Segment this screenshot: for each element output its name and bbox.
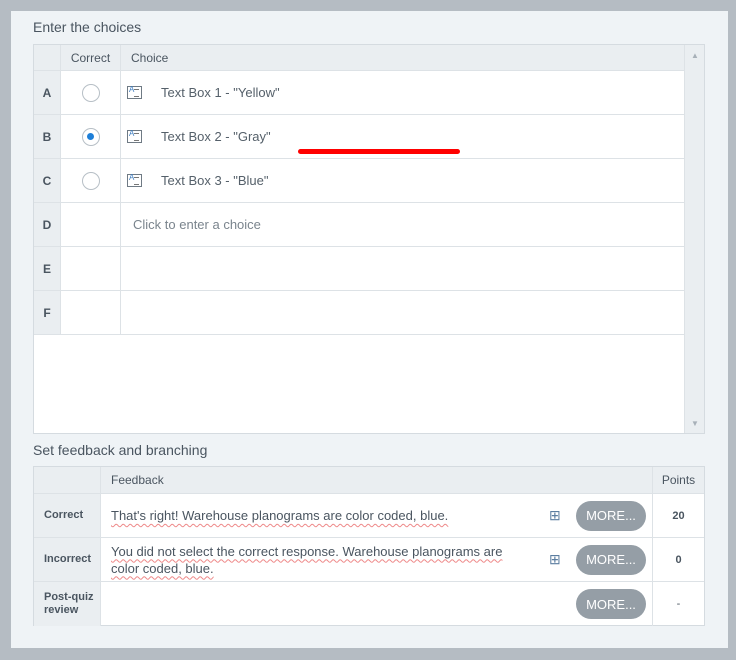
more-button[interactable]: MORE... [576,589,646,619]
feedback-row-correct: Correct That's right! Warehouse planogra… [34,494,704,538]
points-value[interactable]: 0 [653,538,704,581]
feedback-row-post-quiz: Post-quiz review MORE... - [34,582,704,626]
correct-radio-b[interactable] [81,127,100,146]
header-feedback: Feedback [101,467,653,493]
feedback-table: Feedback Points Correct That's right! Wa… [33,466,705,626]
choice-text[interactable]: Text Box 2 - "Gray" [161,129,271,144]
feedback-label: Incorrect [34,538,101,581]
text-box-icon [127,173,142,187]
choice-letter: B [34,115,61,158]
correct-radio-a[interactable] [81,83,100,102]
feedback-text[interactable]: That's right! Warehouse planograms are c… [111,507,531,524]
more-button[interactable]: MORE... [576,500,646,531]
scrollbar[interactable]: ▲ ▼ [684,45,704,433]
feedback-label: Post-quiz review [34,582,101,626]
feedback-row-incorrect: Incorrect You did not select the correct… [34,538,704,582]
text-box-icon [127,85,142,99]
header-correct: Correct [61,45,121,70]
branching-icon[interactable]: ⊞ [549,507,561,524]
scroll-down-icon[interactable]: ▼ [685,413,705,433]
points-value: - [676,598,681,610]
choice-row-f[interactable]: F [34,291,686,335]
choice-letter: C [34,159,61,202]
choice-placeholder[interactable]: Click to enter a choice [133,217,261,232]
feedback-section-title: Set feedback and branching [33,442,208,458]
choice-text[interactable]: Text Box 3 - "Blue" [161,173,269,188]
choice-letter: A [34,71,61,114]
choices-table: Correct Choice A Text Box 1 - "Yellow" B… [33,44,705,434]
points-value[interactable]: 20 [653,494,704,537]
choice-row-c[interactable]: C Text Box 3 - "Blue" [34,159,686,203]
choices-header: Correct Choice [34,45,686,71]
correct-radio-c[interactable] [81,171,100,190]
choice-letter: E [34,247,61,290]
choice-row-a[interactable]: A Text Box 1 - "Yellow" [34,71,686,115]
branching-icon[interactable]: ⊞ [549,551,561,568]
text-box-icon [127,129,142,143]
header-points: Points [661,473,696,487]
choice-text[interactable]: Text Box 1 - "Yellow" [161,85,280,100]
choice-row-d[interactable]: D Click to enter a choice [34,203,686,247]
choices-section-title: Enter the choices [33,19,142,35]
question-panel: Enter the choices Correct Choice A Text … [11,11,728,648]
more-button[interactable]: MORE... [576,544,646,575]
red-annotation-line [298,149,460,154]
choice-letter: D [34,203,61,246]
choice-letter: F [34,291,61,334]
scroll-up-icon[interactable]: ▲ [685,45,705,65]
feedback-text[interactable]: You did not select the correct response.… [111,543,531,577]
header-choice: Choice [121,45,686,70]
choice-row-e[interactable]: E [34,247,686,291]
feedback-label: Correct [34,494,101,537]
feedback-header: Feedback Points [34,467,704,494]
